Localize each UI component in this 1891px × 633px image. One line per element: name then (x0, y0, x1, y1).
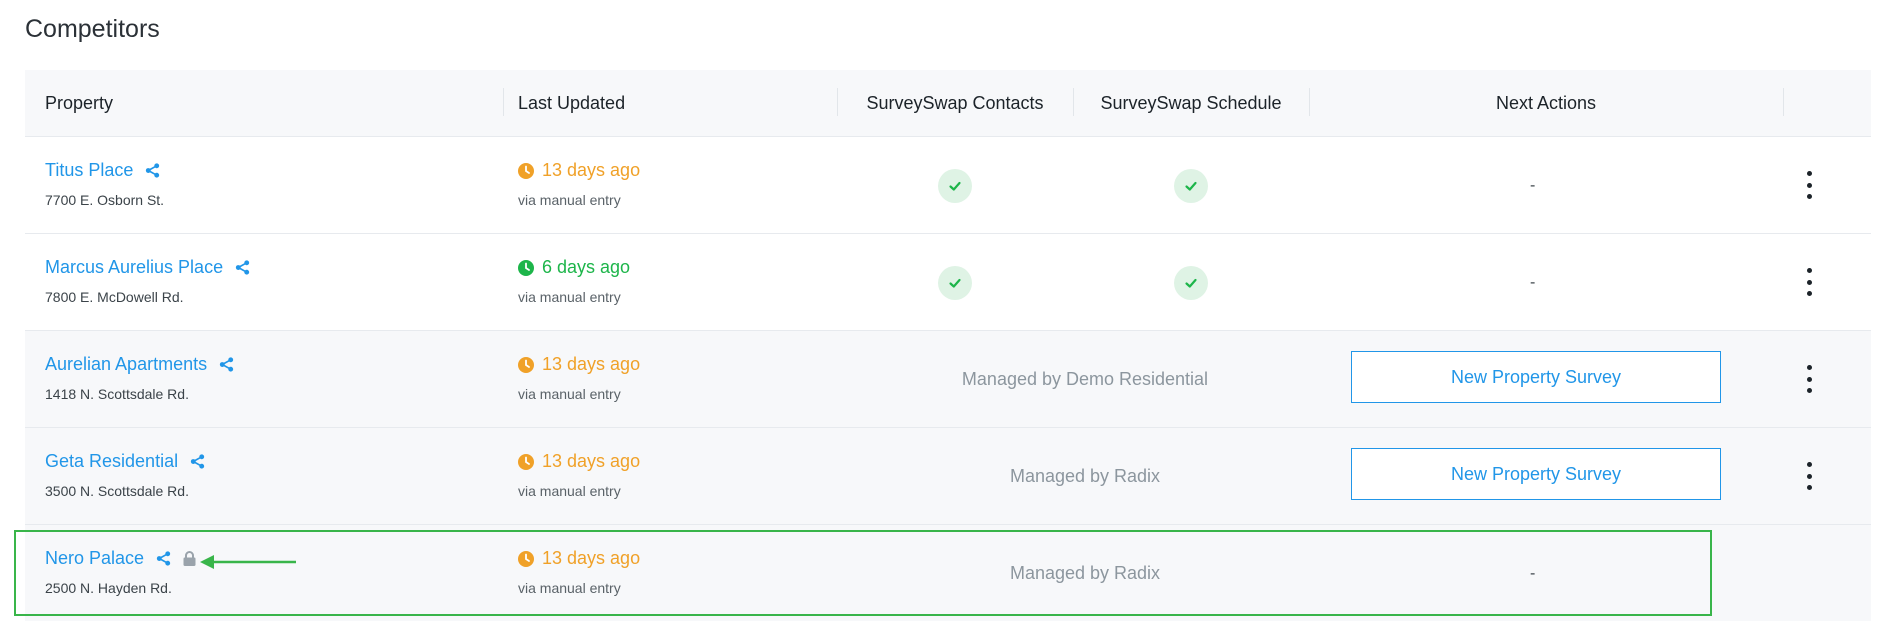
last-updated-text: 13 days ago (542, 354, 641, 374)
property-link[interactable]: Geta Residential (45, 451, 205, 472)
clock-icon (518, 162, 534, 179)
annotation-arrow (200, 555, 296, 569)
header-property[interactable]: Property (45, 70, 113, 136)
table-row: Titus Place 7700 E. Osborn St. 13 days ago… (25, 136, 1871, 233)
clock-icon (518, 356, 534, 373)
last-updated: 6 days ago (518, 257, 630, 278)
clock-icon (518, 259, 534, 276)
header-divider (503, 88, 504, 116)
last-updated: 13 days ago (518, 451, 640, 472)
property-name[interactable]: Aurelian Apartments (45, 354, 207, 375)
update-source: via manual entry (518, 192, 621, 208)
header-next-actions: Next Actions (1495, 92, 1597, 113)
property-link[interactable]: Marcus Aurelius Place (45, 257, 250, 278)
last-updated-text: 13 days ago (542, 160, 641, 180)
kebab-menu-icon[interactable] (1803, 462, 1815, 490)
kebab-menu-icon[interactable] (1803, 171, 1815, 199)
managed-by-text: Managed by Radix (1009, 466, 1161, 486)
property-link[interactable]: Aurelian Apartments (45, 354, 234, 375)
share-icon[interactable] (145, 163, 160, 178)
last-updated: 13 days ago (518, 160, 640, 181)
update-source: via manual entry (518, 483, 621, 499)
last-updated-text: 6 days ago (542, 257, 631, 277)
table-header: Property Last Updated SurveySwap Contact… (25, 70, 1871, 136)
property-address: 1418 N. Scottsdale Rd. (45, 386, 189, 402)
managed-by-text: Managed by Demo Residential (961, 369, 1209, 389)
share-icon[interactable] (190, 454, 205, 469)
last-updated: 13 days ago (518, 354, 640, 375)
kebab-menu-icon[interactable] (1803, 365, 1815, 393)
check-icon (938, 266, 972, 300)
update-source: via manual entry (518, 386, 621, 402)
property-address: 7800 E. McDowell Rd. (45, 289, 184, 305)
highlight-box (14, 530, 1712, 616)
header-surveyswap-contacts[interactable]: SurveySwap Contacts (837, 70, 1073, 136)
property-link[interactable]: Titus Place (45, 160, 160, 181)
share-icon[interactable] (235, 260, 250, 275)
property-name[interactable]: Marcus Aurelius Place (45, 257, 223, 278)
header-surveyswap-schedule[interactable]: SurveySwap Schedule (1073, 70, 1309, 136)
share-icon[interactable] (219, 357, 234, 372)
check-icon (938, 169, 972, 203)
header-divider (1783, 88, 1784, 116)
table-row: Geta Residential 3500 N. Scottsdale Rd. 13… (25, 427, 1871, 524)
new-property-survey-button[interactable]: New Property Survey (1351, 351, 1721, 403)
kebab-menu-icon[interactable] (1803, 268, 1815, 296)
property-name[interactable]: Geta Residential (45, 451, 178, 472)
table-row: Marcus Aurelius Place 7800 E. McDowell Rd… (25, 233, 1871, 330)
property-name[interactable]: Titus Place (45, 160, 133, 181)
page-title: Competitors (25, 15, 160, 43)
check-icon (1174, 169, 1208, 203)
header-last-updated[interactable]: Last Updated (518, 70, 625, 136)
next-action-empty: - (1530, 177, 1536, 194)
update-source: via manual entry (518, 289, 621, 305)
next-action-empty: - (1530, 274, 1536, 291)
last-updated-text: 13 days ago (542, 451, 641, 471)
property-address: 3500 N. Scottsdale Rd. (45, 483, 189, 499)
property-address: 7700 E. Osborn St. (45, 192, 165, 208)
check-icon (1174, 266, 1208, 300)
table-row: Aurelian Apartments 1418 N. Scottsdale Rd… (25, 330, 1871, 427)
new-property-survey-button[interactable]: New Property Survey (1351, 448, 1721, 500)
clock-icon (518, 453, 534, 470)
